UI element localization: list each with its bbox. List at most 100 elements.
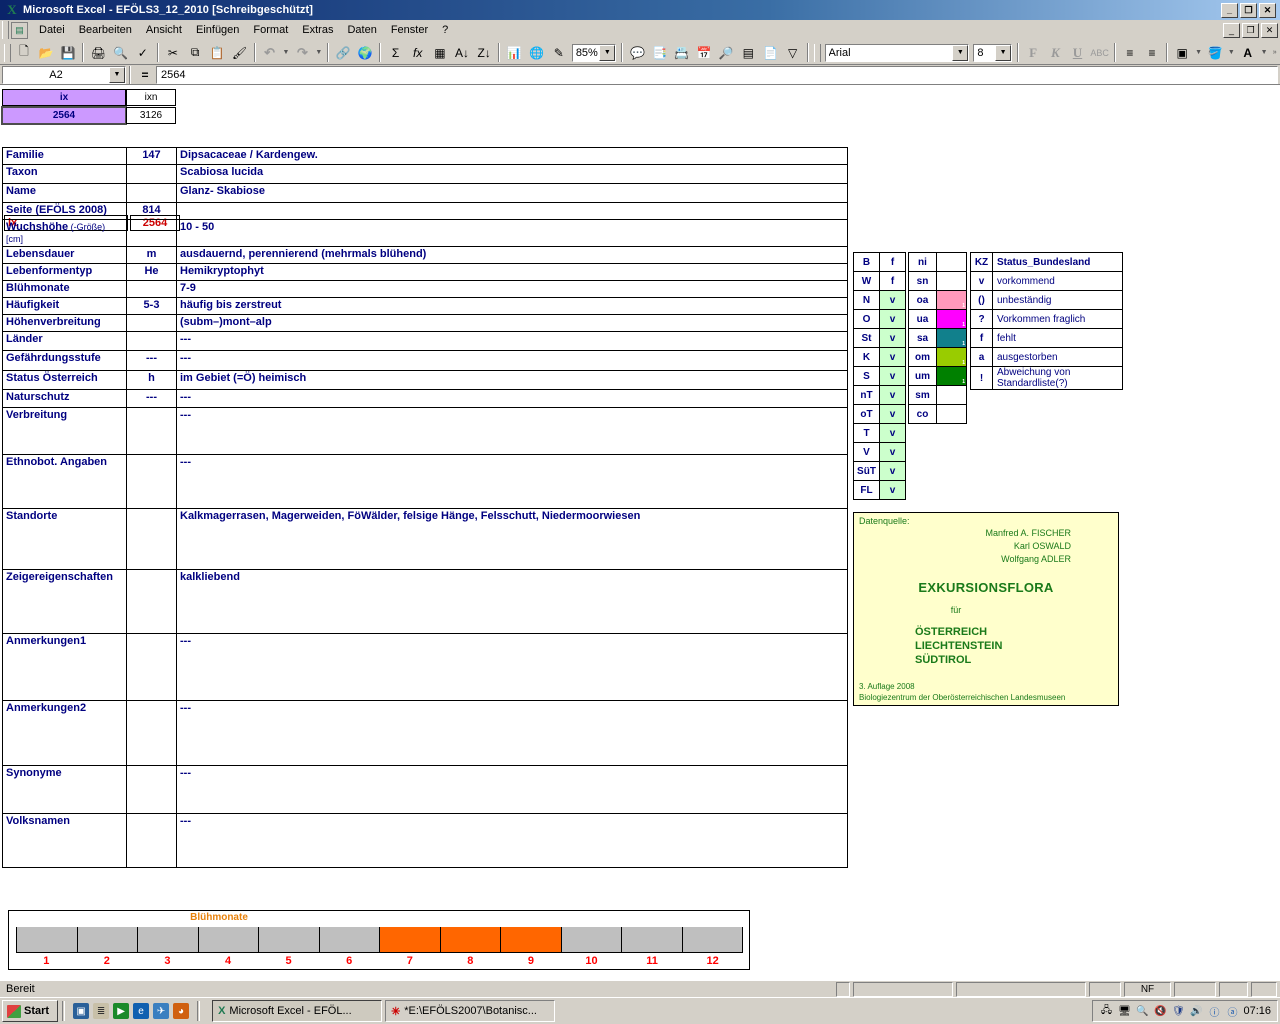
firefox-icon[interactable]: ◕ (173, 1003, 190, 1019)
report-icon[interactable]: 📄 (759, 42, 781, 64)
table-row[interactable]: Wuchshöhe (-Größe) [cm] 10 - 50 (2, 219, 848, 247)
new-icon[interactable]: 🗋 (13, 42, 35, 64)
filter-icon[interactable]: ▽ (782, 42, 804, 64)
notes-icon[interactable]: ≣ (93, 1003, 110, 1019)
cell-ixn-value[interactable]: 3126 (126, 107, 176, 124)
table-row[interactable]: Familie 147 Dipsacaceae / Kardengew. (2, 147, 848, 165)
doc-restore-button[interactable]: ❐ (1242, 22, 1259, 38)
paste-icon[interactable]: 📋 (206, 42, 228, 64)
open-icon[interactable]: 📂 (35, 42, 57, 64)
underline-button[interactable]: U (1066, 42, 1088, 64)
fill-color-icon[interactable]: 🪣 (1204, 42, 1226, 64)
drawing-icon[interactable]: ✎ (548, 42, 570, 64)
paste-function-icon[interactable]: ▦ (429, 42, 451, 64)
save-icon[interactable]: 💾 (57, 42, 79, 64)
cell-ix-header[interactable]: ix (2, 89, 126, 106)
sound-mute-icon[interactable]: 🔇 (1153, 1004, 1167, 1018)
volume-icon[interactable]: 🔊 (1189, 1004, 1203, 1018)
function-wizard-icon[interactable]: fx (407, 42, 429, 64)
table-row[interactable]: Anmerkungen1 --- (2, 633, 848, 701)
zoom-dropdown-icon[interactable]: ▼ (599, 44, 616, 61)
info-icon[interactable]: ⓘ (1207, 1004, 1221, 1019)
strikethrough-icon[interactable]: ABC (1089, 42, 1111, 64)
comment-icon[interactable]: 💬 (626, 42, 648, 64)
table-row[interactable]: Status Österreich h im Gebiet (=Ö) heimisc… (2, 370, 848, 390)
close-button[interactable]: ✕ (1259, 2, 1276, 18)
table-row[interactable]: Standorte Kalkmagerrasen, Magerweiden, Fö… (2, 508, 848, 570)
spellcheck-icon[interactable]: ✓ (132, 42, 154, 64)
menu-extras[interactable]: Extras (295, 21, 340, 39)
menu-bearbeiten[interactable]: Bearbeiten (72, 21, 139, 39)
media-player-icon[interactable]: ▶ (113, 1003, 130, 1019)
toolbar-grip-1[interactable] (4, 43, 11, 62)
autosum-icon[interactable]: Σ (384, 42, 406, 64)
align-center-icon[interactable]: ≡ (1141, 42, 1163, 64)
worksheet-area[interactable]: ix ixn 2564 3126 ix 2564 Familie 147 Dipsa… (0, 87, 1280, 980)
shield-icon[interactable]: 🛡 (1171, 1004, 1185, 1018)
equals-icon[interactable]: = (134, 68, 156, 82)
sort-asc-icon[interactable]: A↓ (451, 42, 473, 64)
workbook-icon[interactable]: ▤ (11, 21, 28, 39)
name-box[interactable]: A2 ▼ (2, 65, 126, 84)
calendar-icon[interactable]: 📅 (693, 42, 715, 64)
format-painter-icon[interactable]: 🖌 (228, 42, 250, 64)
fill-color-dropdown-icon[interactable]: ▼ (1226, 42, 1237, 64)
print-preview-icon[interactable]: 🔍 (110, 42, 132, 64)
acrobat-icon[interactable]: ⓐ (1225, 1004, 1239, 1019)
taskbutton-efoels[interactable]: ✳ *E:\EFÖLS2007\Botanisc... (385, 1000, 556, 1022)
table-row[interactable]: Blühmonate 7-9 (2, 280, 848, 298)
table-row[interactable]: Verbreitung --- (2, 407, 848, 455)
font-name-combo[interactable]: Arial ▼ (824, 43, 970, 62)
cell-ixn-header[interactable]: ixn (126, 89, 176, 106)
undo-dropdown-icon[interactable]: ▼ (281, 42, 292, 64)
copy-icon[interactable]: ⧉ (184, 42, 206, 64)
internet-explorer-icon[interactable]: e (133, 1003, 150, 1019)
borders-dropdown-icon[interactable]: ▼ (1193, 42, 1204, 64)
print-icon[interactable]: 🖨 (87, 42, 109, 64)
cell-a2-selected[interactable]: 2564 (1, 106, 127, 125)
window-split-icon[interactable]: ▤ (737, 42, 759, 64)
start-button[interactable]: Start (2, 1000, 59, 1022)
doc-minimize-button[interactable]: _ (1223, 22, 1240, 38)
table-row[interactable]: Zeigereigenschaften kalkliebend (2, 569, 848, 634)
font-size-dropdown-icon[interactable]: ▼ (995, 44, 1012, 61)
formula-input[interactable]: 2564 (156, 65, 1278, 84)
desktop-icon[interactable]: ▣ (73, 1003, 90, 1019)
toolbar-grip-2[interactable] (813, 43, 821, 62)
bold-button[interactable]: F (1022, 42, 1044, 64)
zoom-combo[interactable]: 85% ▼ (571, 43, 617, 62)
font-color-icon[interactable]: A (1237, 42, 1259, 64)
chart-wizard-icon[interactable]: 📊 (503, 42, 525, 64)
italic-button[interactable]: K (1044, 42, 1066, 64)
sort-desc-icon[interactable]: Z↓ (473, 42, 495, 64)
menu-fenster[interactable]: Fenster (384, 21, 435, 39)
font-color-dropdown-icon[interactable]: ▼ (1259, 42, 1270, 64)
menu-help[interactable]: ? (435, 21, 455, 39)
search-icon[interactable]: 🔍 (1135, 1004, 1149, 1018)
menu-format[interactable]: Format (246, 21, 295, 39)
table-row[interactable]: Häufigkeit 5-3 häufig bis zerstreut (2, 297, 848, 315)
menu-daten[interactable]: Daten (340, 21, 383, 39)
redo-icon[interactable]: ↷ (291, 42, 313, 64)
menu-datei[interactable]: Datei (32, 21, 72, 39)
redo-dropdown-icon[interactable]: ▼ (313, 42, 324, 64)
font-name-dropdown-icon[interactable]: ▼ (952, 44, 969, 61)
network-disconnected-icon[interactable]: 🖥 (1117, 1004, 1131, 1018)
pivot-icon[interactable]: 📇 (671, 42, 693, 64)
clock[interactable]: 07:16 (1243, 1005, 1271, 1017)
toolbar-overflow-icon[interactable]: » (1269, 42, 1280, 64)
name-box-dropdown-icon[interactable]: ▼ (109, 66, 125, 83)
cut-icon[interactable]: ✂ (162, 42, 184, 64)
list-icon[interactable]: 📑 (649, 42, 671, 64)
map-icon[interactable]: 🌐 (525, 42, 547, 64)
web-toolbar-icon[interactable]: 🌍 (354, 42, 376, 64)
table-row[interactable]: Höhenverbreitung (subm–)mont–alp (2, 314, 848, 332)
table-row[interactable]: Volksnamen --- (2, 813, 848, 868)
hyperlink-icon[interactable]: 🔗 (332, 42, 354, 64)
table-row[interactable]: Taxon Scabiosa lucida (2, 164, 848, 184)
table-row[interactable]: Ethnobot. Angaben --- (2, 454, 848, 509)
taskbutton-excel[interactable]: X Microsoft Excel - EFÖL... (212, 1000, 383, 1022)
align-left-icon[interactable]: ≡ (1119, 42, 1141, 64)
find-icon[interactable]: 🔎 (715, 42, 737, 64)
doc-close-button[interactable]: ✕ (1261, 22, 1278, 38)
